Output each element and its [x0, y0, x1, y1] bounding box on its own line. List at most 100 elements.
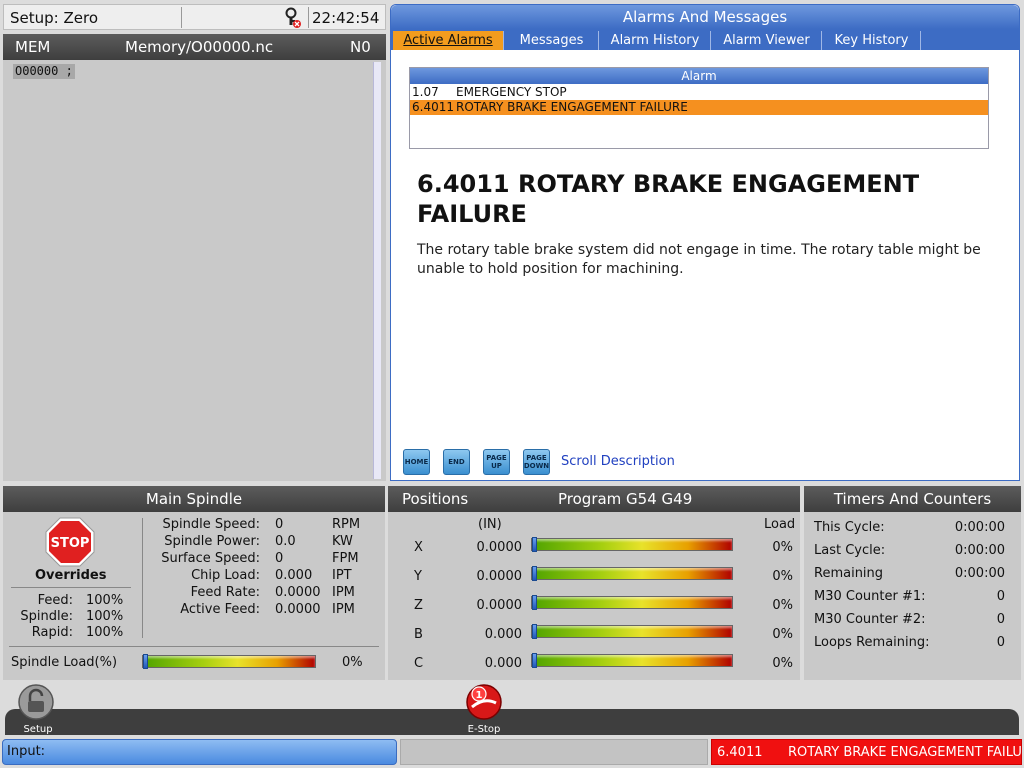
alarm-message: ROTARY BRAKE ENGAGEMENT FAILURE — [456, 100, 688, 114]
divider — [9, 646, 379, 647]
tab-alarm-viewer[interactable]: Alarm Viewer — [712, 31, 822, 50]
program-title-bar: MEM Memory/O00000.nc N0 — [3, 34, 386, 60]
status-middle — [400, 739, 708, 765]
timer-value: 0:00:00 — [954, 520, 1005, 535]
setup-dock-label: Setup — [23, 724, 53, 735]
page-up-button[interactable]: PAGE UP — [483, 449, 510, 475]
program-scrollbar[interactable] — [373, 62, 381, 479]
input-label: Input: — [7, 744, 46, 759]
spindle-stat-value: 0 — [275, 551, 284, 566]
spindle-load-label: Spindle Load(%) — [11, 655, 118, 670]
spindle-load-marker — [143, 654, 148, 669]
spindle-stat-label: Spindle Speed: — [162, 517, 260, 532]
spindle-stat-label: Spindle Power: — [164, 534, 260, 549]
spindle-load-value: 0% — [342, 655, 363, 670]
timer-value: 0:00:00 — [954, 566, 1005, 581]
program-line[interactable]: O00000 ; — [13, 64, 75, 79]
positions-load-header: Load — [764, 517, 796, 532]
timers-title: Timers And Counters — [804, 486, 1021, 512]
input-field[interactable]: Input: — [2, 739, 397, 765]
spindle-stat-value: 0.0 — [275, 534, 296, 549]
timers-counters-panel: Timers And Counters This Cycle: 0:00:00 … — [804, 486, 1021, 680]
axis-load-value: 0% — [772, 569, 793, 584]
counter-value: 0 — [996, 589, 1005, 604]
tab-alarm-history[interactable]: Alarm History — [600, 31, 711, 50]
setup-dock-button[interactable]: Setup — [16, 683, 56, 737]
timers-body: This Cycle: 0:00:00 Last Cycle: 0:00:00 … — [804, 512, 1021, 680]
tab-active-alarms[interactable]: Active Alarms — [393, 31, 504, 50]
alarm-row[interactable]: 1.07 EMERGENCY STOP — [410, 85, 988, 100]
operator-key-icon — [285, 7, 301, 28]
positions-title: Positions — [402, 490, 469, 508]
alarm-row-selected[interactable]: 6.4011 ROTARY BRAKE ENGAGEMENT FAILURE — [410, 100, 988, 115]
spindle-body: STOP Overrides Feed: 100% Spindle: 100% … — [3, 512, 385, 680]
program-mode: MEM — [15, 38, 51, 56]
alarm-description-title: 6.4011 ROTARY BRAKE ENGAGEMENT FAILURE — [417, 170, 920, 228]
active-alarm-list: Alarm 1.07 EMERGENCY STOP 6.4011 ROTARY … — [409, 67, 989, 149]
spindle-stat-value: 0.000 — [275, 568, 313, 583]
estop-badge: 1 — [476, 690, 483, 701]
estop-dock-label: E-Stop — [467, 724, 501, 735]
estop-icon: 1 — [466, 684, 502, 720]
spindle-stat-label: Chip Load: — [191, 568, 260, 583]
home-button[interactable]: HOME — [403, 449, 430, 475]
axis-load-value: 0% — [772, 656, 793, 671]
spindle-load-bar — [142, 654, 316, 669]
positions-body: (IN) Load X 0.0000 0% Y 0.0000 0% Z 0.00… — [388, 512, 800, 680]
positions-panel: Positions Program G54 G49 (IN) Load X 0.… — [388, 486, 800, 680]
spindle-stat-unit: FPM — [332, 551, 359, 566]
divider — [11, 587, 131, 588]
positions-units: (IN) — [478, 517, 502, 532]
program-path: Memory/O00000.nc — [125, 38, 274, 56]
axis-load-value: 0% — [772, 627, 793, 642]
tab-messages[interactable]: Messages — [505, 31, 599, 50]
counter-value: 0 — [996, 612, 1005, 627]
lock-icon — [18, 684, 54, 720]
positions-title-bar: Positions Program G54 G49 — [388, 486, 800, 512]
stop-label: STOP — [51, 536, 90, 551]
spindle-stat-value: 0 — [275, 517, 284, 532]
end-button[interactable]: END — [443, 449, 470, 475]
spindle-stat-label: Surface Speed: — [161, 551, 260, 566]
clock: 22:42:54 — [312, 9, 380, 27]
alarms-tab-bar: Active Alarms Messages Alarm History Ala… — [391, 29, 1019, 50]
setup-status-bar: Setup: Zero 22:42:54 — [3, 4, 386, 30]
spindle-stat-label: Feed Rate: — [190, 585, 260, 600]
divider — [308, 7, 309, 28]
alarm-status-code: 6.4011 — [717, 745, 763, 760]
scroll-description-label: Scroll Description — [561, 454, 675, 469]
override-value: 100% — [86, 593, 124, 608]
alarm-code: 1.07 — [412, 85, 439, 99]
override-value: 100% — [86, 625, 124, 640]
axis-load-value: 0% — [772, 540, 793, 555]
timer-value: 0:00:00 — [954, 543, 1005, 558]
spindle-stat-value: 0.0000 — [275, 602, 321, 617]
tab-key-history[interactable]: Key History — [823, 31, 921, 50]
stop-icon: STOP — [45, 517, 95, 567]
main-spindle-panel: Main Spindle STOP Overrides Feed: 100% S… — [3, 486, 385, 680]
alarm-description-text: The rotary table brake system did not en… — [417, 242, 981, 277]
axis-load-value: 0% — [772, 598, 793, 613]
alarm-code: 6.4011 — [412, 100, 454, 114]
override-value: 100% — [86, 609, 124, 624]
override-label: Rapid: — [31, 625, 73, 640]
spindle-stat-unit: IPM — [332, 602, 355, 617]
spindle-stat-value: 0.0000 — [275, 585, 321, 600]
page-down-button[interactable]: PAGE DOWN — [523, 449, 550, 475]
alarm-status-message: ROTARY BRAKE ENGAGEMENT FAILUR — [788, 745, 1022, 760]
positions-program-label: Program G54 G49 — [558, 490, 693, 508]
program-editor[interactable]: O00000 ; — [3, 60, 386, 481]
spindle-stat-label: Active Feed: — [180, 602, 260, 617]
alarm-list-header: Alarm — [410, 68, 988, 84]
alarms-panel: Alarms And Messages Active Alarms Messag… — [390, 4, 1020, 481]
divider — [181, 7, 182, 28]
alarm-description: 6.4011 ROTARY BRAKE ENGAGEMENT FAILURE T… — [411, 169, 1001, 277]
override-label: Spindle: — [20, 609, 73, 624]
overrides-label: Overrides — [35, 568, 107, 583]
counter-value: 0 — [996, 635, 1005, 650]
estop-dock-button[interactable]: 1 E-Stop — [462, 683, 506, 737]
alarm-status-bar[interactable]: 6.4011 ROTARY BRAKE ENGAGEMENT FAILUR — [711, 739, 1022, 765]
setup-mode-label: Setup: Zero — [10, 9, 99, 27]
spindle-stat-unit: IPM — [332, 585, 355, 600]
spindle-title: Main Spindle — [3, 486, 385, 512]
